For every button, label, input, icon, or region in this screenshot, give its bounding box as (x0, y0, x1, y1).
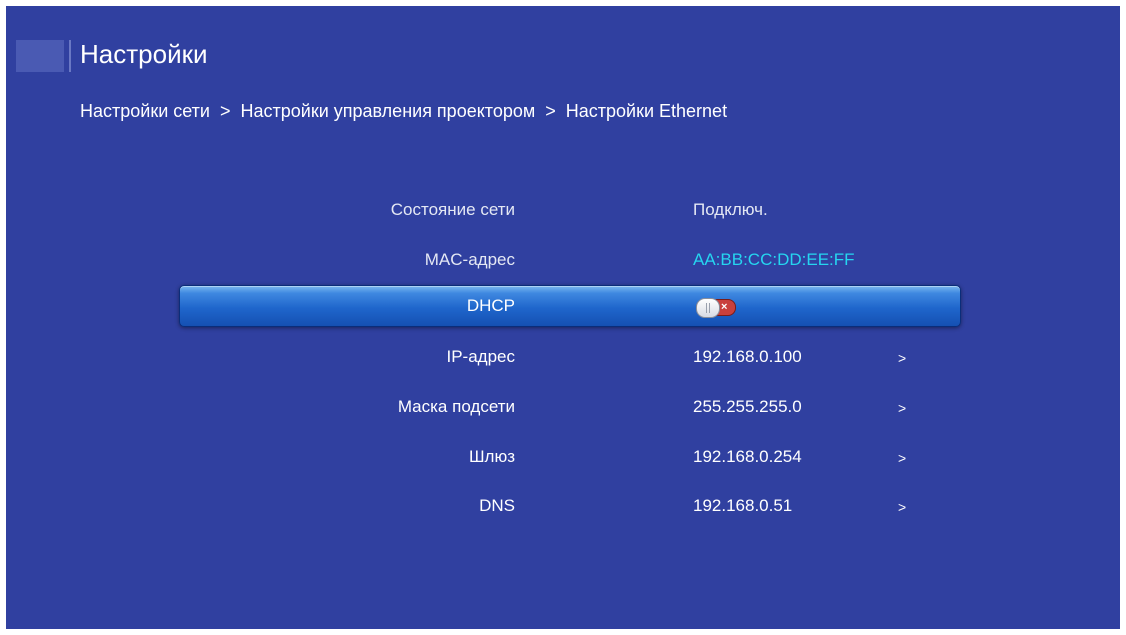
projector-settings-screen: Настройки Настройки сети > Настройки управ… (6, 6, 1120, 629)
setting-value: 192.168.0.100 (693, 347, 802, 366)
setting-row-dns[interactable]: DNS 192.168.0.51 > (6, 484, 1120, 528)
setting-row-subnet-mask[interactable]: Маска подсети 255.255.255.0 > (6, 385, 1120, 429)
header-divider (69, 40, 71, 72)
page-title: Настройки (80, 39, 208, 69)
setting-label: MAC-адрес (424, 250, 515, 269)
chevron-right-icon[interactable]: > (898, 385, 906, 429)
setting-row-mac-address: MAC-адрес AA:BB:CC:DD:EE:FF (6, 238, 1120, 282)
setting-value: Подключ. (693, 200, 768, 219)
breadcrumb-separator: > (545, 101, 556, 121)
toggle-off-icon: × (721, 301, 728, 313)
breadcrumb-projector-control-settings[interactable]: Настройки управления проектором (241, 101, 536, 121)
breadcrumb-network-settings[interactable]: Настройки сети (80, 101, 210, 121)
setting-label: Состояние сети (390, 200, 515, 219)
setting-row-ip-address[interactable]: IP-адрес 192.168.0.100 > (6, 335, 1120, 379)
selection-highlight (179, 285, 961, 327)
chevron-right-icon[interactable]: > (898, 435, 906, 479)
setting-label: Маска подсети (397, 397, 515, 416)
breadcrumb: Настройки сети > Настройки управления прое… (80, 99, 727, 123)
breadcrumb-separator: > (219, 101, 231, 121)
settings-icon (16, 40, 64, 72)
toggle-knob (696, 298, 720, 318)
setting-row-gateway[interactable]: Шлюз 192.168.0.254 > (6, 435, 1120, 479)
setting-value: 192.168.0.254 (693, 447, 802, 466)
mac-address-value: AA:BB:CC:DD:EE:FF (693, 250, 855, 269)
setting-value: 192.168.0.51 (693, 496, 793, 515)
setting-label: DNS (479, 496, 515, 515)
chevron-right-icon[interactable]: > (898, 335, 906, 379)
setting-row-dhcp[interactable]: DHCP × (6, 284, 1120, 328)
breadcrumb-ethernet-settings: Настройки Ethernet (565, 101, 728, 121)
chevron-right-icon[interactable]: > (898, 484, 906, 528)
setting-row-network-status: Состояние сети Подключ. (6, 188, 1120, 232)
setting-label: DHCP (466, 296, 515, 315)
setting-value: 255.255.255.0 (693, 397, 802, 416)
dhcp-toggle[interactable]: × (696, 298, 736, 318)
setting-label: Шлюз (468, 447, 515, 466)
setting-label: IP-адрес (446, 347, 515, 366)
